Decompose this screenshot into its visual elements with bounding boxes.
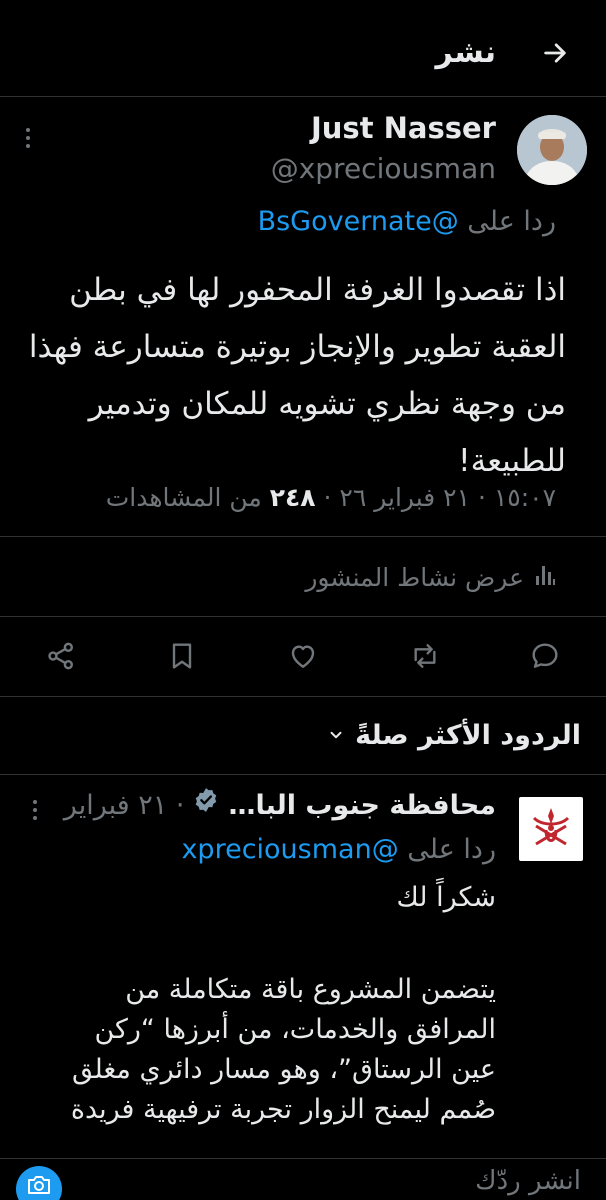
tweet-meta: ١٥:٠٧ · ٢١ فبراير ٢٦ · ٢٤٨ من المشاهدات xyxy=(106,478,556,518)
view-count: ٢٤٨ xyxy=(269,483,316,512)
replies-sort-dropdown[interactable]: الردود الأكثر صلةً xyxy=(327,716,581,756)
reply-to-handle[interactable]: @BsGovernate xyxy=(258,206,459,237)
reply-text-first-line: شكراً لك xyxy=(396,882,497,913)
chevron-down-icon xyxy=(327,716,345,756)
reply-button[interactable] xyxy=(525,636,565,676)
back-button[interactable] xyxy=(532,30,578,76)
tweet-time[interactable]: ١٥:٠٧ xyxy=(494,483,556,512)
camera-icon xyxy=(28,1176,50,1194)
reply-prefix: ردا على xyxy=(407,834,496,865)
emblem-icon xyxy=(532,808,570,846)
header-divider xyxy=(0,96,606,97)
replying-to: ردا على @BsGovernate xyxy=(258,202,556,242)
separator-dot: · xyxy=(315,483,340,512)
avatar[interactable] xyxy=(517,115,587,185)
view-post-activity[interactable]: عرض نشاط المنشور xyxy=(305,558,556,598)
bookmark-button[interactable] xyxy=(162,636,202,676)
tweet-text: اذا تقصدوا الغرفة المحفور لها في بطن الع… xyxy=(28,272,566,479)
author-handle[interactable]: @xpreciousman xyxy=(271,150,496,188)
reply-date[interactable]: ٢١ فبراير xyxy=(64,790,167,821)
reply-replying-to: ردا على @xpreciousman xyxy=(181,830,496,870)
activity-divider xyxy=(0,616,606,617)
share-button[interactable] xyxy=(41,636,81,676)
page-title: نشر xyxy=(435,35,496,70)
author-name[interactable]: Just Nasser xyxy=(311,108,496,148)
meta-divider xyxy=(0,536,606,537)
compose-placeholder[interactable]: انشر ردّك xyxy=(475,1163,581,1199)
views-label: من المشاهدات xyxy=(105,483,262,512)
reply-text-body: يتضمن المشروع باقة متكاملة من المرافق وا… xyxy=(70,974,496,1125)
actions-divider xyxy=(0,696,606,697)
like-icon xyxy=(291,645,315,668)
activity-label: عرض نشاط المنشور xyxy=(305,563,524,592)
bar-chart-icon xyxy=(534,558,556,598)
reply-more-options-icon[interactable] xyxy=(33,800,37,820)
verified-badge-icon xyxy=(192,786,220,826)
arrow-right-icon xyxy=(544,43,566,63)
tweet-date[interactable]: ٢١ فبراير ٢٦ xyxy=(339,483,470,512)
more-options-icon[interactable] xyxy=(26,128,30,148)
repost-icon xyxy=(414,644,436,668)
reply-prefix: ردا على xyxy=(467,206,556,237)
like-button[interactable] xyxy=(283,636,323,676)
bookmark-icon xyxy=(172,643,192,669)
separator-dot: · xyxy=(470,483,494,512)
sort-label: الردود الأكثر صلةً xyxy=(355,720,581,751)
reply-avatar[interactable] xyxy=(519,797,583,861)
reply-to-handle[interactable]: @xpreciousman xyxy=(181,834,398,865)
reply-sep: · xyxy=(167,790,185,821)
repost-button[interactable] xyxy=(405,636,445,676)
sort-divider xyxy=(0,774,606,775)
reply-author-name[interactable]: محافظة جنوب البا… xyxy=(228,786,496,826)
share-icon xyxy=(48,642,73,670)
reply-icon xyxy=(532,643,558,668)
reply-header: محافظة جنوب البا… · ٢١ فبراير xyxy=(64,786,496,826)
